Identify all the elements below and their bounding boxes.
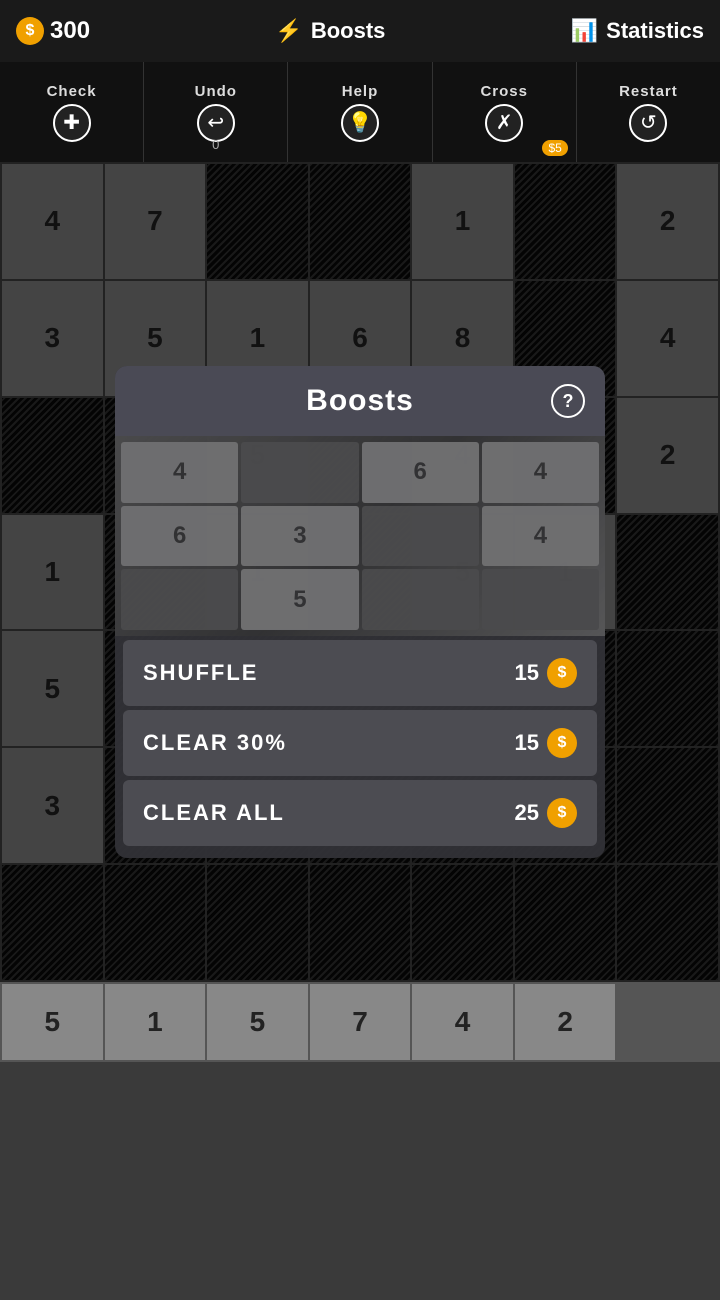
boost-icon: ⚡: [275, 18, 302, 44]
stats-icon: 📊: [571, 18, 598, 44]
stats-label: Statistics: [606, 18, 704, 44]
bottom-row: 5 1 5 7 4 2: [0, 982, 720, 1062]
coins-display: $ 300: [16, 17, 90, 45]
shuffle-coin-icon: $: [547, 658, 577, 688]
boosts-label: Boosts: [311, 18, 386, 44]
mini-cell-9: 5: [241, 569, 358, 630]
check-icon: ✚: [53, 104, 91, 142]
bottom-cell-5[interactable]: 2: [515, 984, 616, 1060]
restart-icon: ↺: [629, 104, 667, 142]
restart-button[interactable]: Restart ↺: [577, 62, 720, 162]
clear30-button[interactable]: CLEAR 30% 15 $: [123, 710, 597, 776]
bottom-cell-3[interactable]: 7: [310, 984, 411, 1060]
modal-title: Boosts: [306, 384, 414, 418]
shuffle-cost: 15 $: [515, 658, 577, 688]
coins-value: 300: [50, 17, 90, 45]
shuffle-button[interactable]: SHUFFLE 15 $: [123, 640, 597, 706]
undo-label: Undo: [195, 83, 237, 100]
boosts-button[interactable]: ⚡ Boosts: [275, 18, 385, 44]
clearall-cost-value: 25: [515, 800, 539, 826]
mini-cell-10: [362, 569, 479, 630]
cross-cost: $5: [542, 140, 567, 156]
mini-cell-5: 3: [241, 506, 358, 567]
mini-cell-11: [482, 569, 599, 630]
clear30-coin-icon: $: [547, 728, 577, 758]
mini-cell-4: 6: [121, 506, 238, 567]
undo-button[interactable]: Undo ↩ 0: [144, 62, 288, 162]
cross-icon: ✗: [485, 104, 523, 142]
modal-overlay[interactable]: Boosts ? 4 6 4 6 3 4 5: [0, 162, 720, 982]
modal-background-image: 4 6 4 6 3 4 5: [115, 436, 605, 636]
undo-icon: ↩: [197, 104, 235, 142]
action-bar: Check ✚ Undo ↩ 0 Help 💡 Cross ✗ $5 Resta…: [0, 62, 720, 162]
check-button[interactable]: Check ✚: [0, 62, 144, 162]
help-button[interactable]: Help 💡: [288, 62, 432, 162]
help-label: Help: [342, 83, 379, 100]
stats-button[interactable]: 📊 Statistics: [571, 18, 704, 44]
game-area: 4 7 1 2 3 5 1 6 8 4 5 4 2 1 1 5 1 5: [0, 162, 720, 982]
bottom-cell-2[interactable]: 5: [207, 984, 308, 1060]
mini-cell-0: 4: [121, 442, 238, 503]
restart-label: Restart: [619, 83, 678, 100]
cross-button[interactable]: Cross ✗ $5: [433, 62, 577, 162]
clearall-button[interactable]: CLEAR ALL 25 $: [123, 780, 597, 846]
help-icon: 💡: [341, 104, 379, 142]
mini-cell-2: 6: [362, 442, 479, 503]
boosts-modal: Boosts ? 4 6 4 6 3 4 5: [115, 366, 605, 858]
check-label: Check: [47, 83, 97, 100]
clear30-cost-value: 15: [515, 730, 539, 756]
cross-label: Cross: [480, 83, 528, 100]
lower-area: [0, 1062, 720, 1300]
clear30-label: CLEAR 30%: [143, 730, 287, 756]
mini-cell-3: 4: [482, 442, 599, 503]
clearall-cost: 25 $: [515, 798, 577, 828]
mini-cell-6: [362, 506, 479, 567]
clearall-label: CLEAR ALL: [143, 800, 285, 826]
bottom-cell-4[interactable]: 4: [412, 984, 513, 1060]
clearall-coin-icon: $: [547, 798, 577, 828]
mini-cell-7: 4: [482, 506, 599, 567]
bottom-cell-6[interactable]: [617, 984, 718, 1060]
mini-cell-1: [241, 442, 358, 503]
mini-cell-8: [121, 569, 238, 630]
shuffle-label: SHUFFLE: [143, 660, 258, 686]
modal-header: Boosts ?: [115, 366, 605, 436]
modal-help-button[interactable]: ?: [551, 384, 585, 418]
undo-count: 0: [212, 137, 219, 152]
bottom-cell-1[interactable]: 1: [105, 984, 206, 1060]
top-bar: $ 300 ⚡ Boosts 📊 Statistics: [0, 0, 720, 62]
shuffle-cost-value: 15: [515, 660, 539, 686]
bottom-cell-0[interactable]: 5: [2, 984, 103, 1060]
coin-icon: $: [16, 17, 44, 45]
clear30-cost: 15 $: [515, 728, 577, 758]
